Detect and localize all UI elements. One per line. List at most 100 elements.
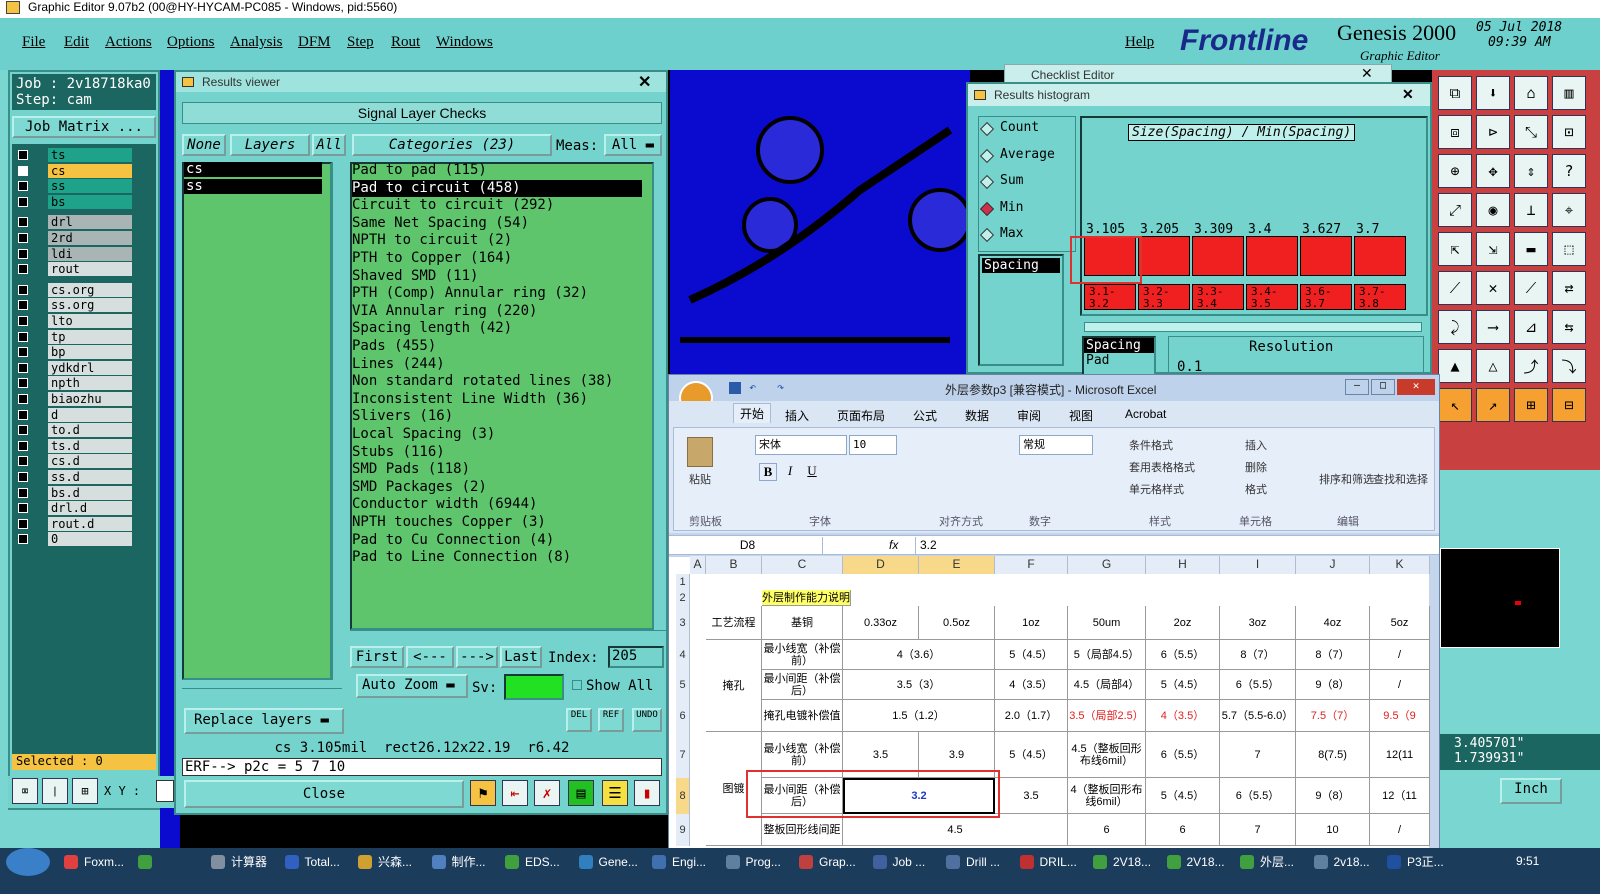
sheet-cell[interactable]: 6（5.5） [1220, 670, 1296, 700]
type-pad[interactable]: Pad [1084, 353, 1154, 368]
stat-list-item[interactable]: Spacing [982, 258, 1060, 273]
maximize-icon[interactable]: □ [1371, 379, 1395, 395]
first-button[interactable]: First [350, 646, 404, 668]
result-layer-item[interactable]: ss [184, 179, 322, 194]
palette-tool-icon-18[interactable]: ▬ [1514, 232, 1548, 266]
layer-row-cs.org[interactable]: cs.org [16, 282, 132, 297]
layer-result-list[interactable] [182, 162, 332, 680]
layer-checkbox[interactable] [18, 409, 28, 420]
layer-row-bp[interactable]: bp [16, 345, 132, 360]
menu-options[interactable]: Options [167, 34, 215, 51]
palette-tool-icon-33[interactable]: ↗ [1476, 388, 1510, 422]
layer-row-drl[interactable]: drl [16, 215, 132, 230]
menu-help[interactable]: Help [1125, 34, 1154, 51]
result-type-list[interactable]: Spacing Pad [1082, 336, 1156, 376]
menu-analysis[interactable]: Analysis [230, 34, 283, 51]
prev-button[interactable]: <--- [406, 646, 454, 668]
sheet-cell[interactable]: 6（5.5） [1146, 732, 1220, 778]
histogram-close-icon[interactable]: ✕ [1402, 86, 1414, 103]
checklist-close-icon[interactable]: ✕ [1361, 65, 1373, 82]
sheet-cell[interactable]: 6 [1068, 814, 1146, 846]
unit-button[interactable]: Inch [1500, 778, 1562, 804]
row-header-3[interactable]: 3 [676, 606, 690, 640]
layer-row-ss[interactable]: ss [16, 179, 132, 194]
taskbar-item[interactable]: 计算器 [205, 848, 275, 876]
layer-checkbox[interactable] [18, 316, 28, 326]
layer-row-d[interactable]: d [16, 407, 132, 422]
xy-input[interactable] [156, 780, 174, 802]
index-input[interactable]: 205 [608, 646, 664, 668]
result-layer-item[interactable]: cs [184, 162, 322, 177]
sheet-cell[interactable]: 5（4.5） [1146, 778, 1220, 814]
sv-color-dropdown[interactable] [504, 674, 564, 700]
sheet-cell[interactable]: 4（3.5） [995, 670, 1068, 700]
palette-tool-icon-23[interactable]: ⇄ [1552, 271, 1586, 305]
taskbar-item[interactable]: DRIL... [1014, 848, 1084, 876]
close-button[interactable]: Close [184, 780, 464, 808]
fx-icon[interactable]: fx [889, 538, 898, 552]
number-format-select[interactable]: 常规 [1019, 435, 1093, 455]
palette-tool-icon-8[interactable]: ⊕ [1438, 154, 1472, 188]
menu-windows[interactable]: Windows [436, 34, 493, 51]
sheet-cell[interactable]: 8(7.5) [1296, 732, 1370, 778]
undo-icon[interactable]: ↶ [749, 380, 756, 394]
layer-list-scrollbar[interactable] [332, 162, 344, 680]
last-button[interactable]: Last [500, 646, 542, 668]
taskbar-item[interactable]: P3正... [1381, 848, 1451, 876]
font-size-select[interactable]: 10 [849, 435, 897, 455]
layer-row-npth[interactable]: npth [16, 376, 132, 391]
show-all-checkbox[interactable] [572, 680, 582, 690]
layer-checkbox[interactable] [18, 487, 28, 498]
palette-tool-icon-29[interactable]: △ [1476, 349, 1510, 383]
layer-row-ss.d[interactable]: ss.d [16, 470, 132, 484]
sheet-cell[interactable]: 4.5（局部4） [1068, 670, 1146, 700]
sheet-cell[interactable]: 3oz [1220, 606, 1296, 640]
ribbon-tab-4[interactable]: 数据 [965, 407, 989, 424]
layer-checkbox[interactable] [18, 233, 28, 243]
sheet-cell[interactable]: 6 [1146, 814, 1220, 846]
layer-checkbox[interactable] [18, 196, 28, 207]
category-item[interactable]: Slivers (16) [352, 408, 642, 426]
category-item[interactable]: Same Net Spacing (54) [352, 215, 642, 233]
col-header-G[interactable]: G [1068, 556, 1146, 574]
delete-result-icon[interactable]: ✗ [534, 780, 560, 806]
layer-row-ldi[interactable]: ldi [16, 246, 132, 261]
ribbon-tab-3[interactable]: 公式 [913, 407, 937, 424]
layer-checkbox[interactable] [18, 503, 28, 514]
sheet-cell[interactable]: 5（4.5） [995, 640, 1068, 670]
insert-cells-button[interactable]: 插入 [1245, 437, 1267, 453]
taskbar-item[interactable]: 外层... [1234, 848, 1304, 876]
ribbon-tab-6[interactable]: 视图 [1069, 407, 1093, 424]
col-header-F[interactable]: F [995, 556, 1068, 574]
sheet-cell[interactable]: 6（5.5） [1220, 778, 1296, 814]
find-select-button[interactable]: 查找和选择 [1373, 471, 1428, 487]
layer-checkbox[interactable] [18, 362, 28, 373]
category-item[interactable]: Circuit to circuit (292) [352, 197, 642, 215]
category-item[interactable]: Inconsistent Line Width (36) [352, 391, 642, 409]
layer-row-ts.d[interactable]: ts.d [16, 438, 132, 453]
histogram-bar[interactable] [1246, 236, 1298, 276]
table-format-button[interactable]: 套用表格格式 [1129, 459, 1195, 475]
measure-icon[interactable]: ⌧ [12, 778, 38, 804]
palette-tool-icon-19[interactable]: ⬚ [1552, 232, 1586, 266]
sheet-cell[interactable]: 0.33oz [843, 606, 919, 640]
menu-dfm[interactable]: DFM [298, 34, 331, 51]
taskbar-item[interactable]: 2V18... [1087, 848, 1157, 876]
sheet-cell[interactable]: 10 [1296, 814, 1370, 846]
palette-tool-icon-1[interactable]: ⬇ [1476, 76, 1510, 110]
all-layers-button[interactable]: All [312, 134, 346, 156]
layer-row-to.d[interactable]: to.d [16, 423, 132, 438]
palette-tool-icon-15[interactable]: ⌖ [1552, 193, 1586, 227]
underline-button[interactable]: U [803, 463, 821, 481]
layer-row-tp[interactable]: tp [16, 329, 132, 344]
excel-close-icon[interactable]: ✕ [1397, 379, 1435, 395]
layer-row-2rd[interactable]: 2rd [16, 231, 132, 245]
taskbar-item[interactable]: 兴森... [352, 848, 422, 876]
report-icon[interactable]: ☰ [602, 780, 628, 806]
layer-row-rout[interactable]: rout [16, 262, 132, 277]
col-header-C[interactable]: C [762, 556, 843, 574]
col-header-J[interactable]: J [1296, 556, 1370, 574]
taskbar-item[interactable]: 2V18... [1161, 848, 1231, 876]
col-header-K[interactable]: K [1370, 556, 1430, 574]
sheet-cell[interactable]: 9（8） [1296, 778, 1370, 814]
